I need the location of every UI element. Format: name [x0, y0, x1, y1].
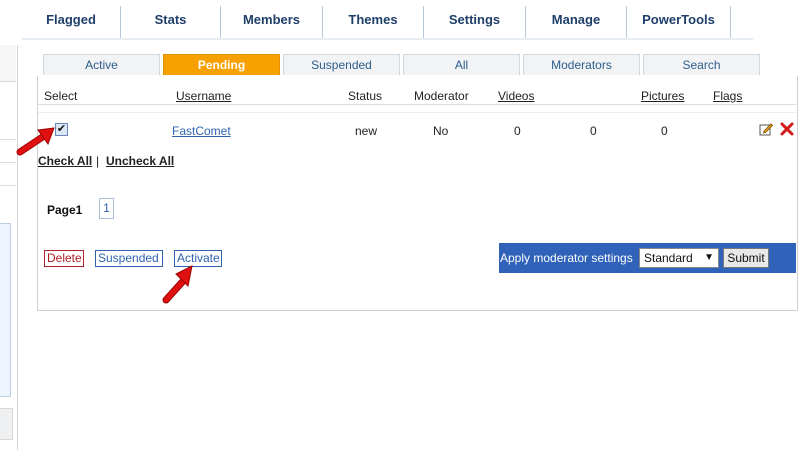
delete-x-icon[interactable] [780, 122, 794, 136]
nav-powertools[interactable]: PowerTools [627, 12, 730, 27]
nav-separator [730, 6, 731, 38]
tab-suspended[interactable]: Suspended [283, 54, 400, 75]
tab-moderators[interactable]: Moderators [523, 54, 640, 75]
red-arrow-icon [162, 265, 193, 304]
page-number-button[interactable]: 1 [99, 198, 114, 219]
tab-search[interactable]: Search [643, 54, 760, 75]
nav-themes[interactable]: Themes [323, 12, 423, 27]
nav-flagged[interactable]: Flagged [22, 12, 120, 27]
uncheck-all-link[interactable]: Uncheck All [106, 154, 174, 168]
sidebar-blue-block [0, 223, 11, 397]
moderator-cell: No [433, 124, 449, 138]
edit-icon[interactable] [759, 122, 773, 136]
delete-button[interactable]: Delete [44, 250, 84, 267]
red-arrow-icon [16, 127, 55, 156]
username-link[interactable]: FastComet [172, 124, 231, 138]
videos-cell: 0 [514, 124, 521, 138]
left-sidebar-fragment [0, 45, 18, 450]
sidebar-block [0, 45, 16, 82]
header-select: Select [44, 89, 78, 103]
tab-pending[interactable]: Pending [163, 54, 280, 75]
link-divider: | [96, 154, 100, 168]
header-videos[interactable]: Videos [498, 89, 534, 103]
nav-settings[interactable]: Settings [424, 12, 525, 27]
header-status: Status [348, 89, 383, 103]
moderator-level-select[interactable]: Standard ▼ [639, 248, 719, 268]
pictures-cell: 0 [661, 124, 668, 138]
sidebar-block [0, 408, 13, 440]
nav-manage[interactable]: Manage [526, 12, 626, 27]
dropdown-arrow-icon: ▼ [704, 252, 714, 263]
tab-all[interactable]: All [403, 54, 520, 75]
header-moderator: Moderator [414, 89, 469, 103]
header-divider [38, 104, 796, 105]
tab-active[interactable]: Active [43, 54, 160, 75]
submit-button[interactable]: Submit [723, 248, 769, 268]
top-navigation: Flagged Stats Members Themes Settings Ma… [22, 0, 753, 40]
header-pictures[interactable]: Pictures [641, 89, 684, 103]
nav-members[interactable]: Members [221, 12, 322, 27]
page-label: Page1 [47, 203, 83, 217]
status-cell: new [355, 124, 378, 138]
sidebar-block [0, 163, 16, 186]
nav-stats[interactable]: Stats [121, 12, 220, 27]
count-cell: 0 [590, 124, 597, 138]
header-username[interactable]: Username [176, 89, 231, 103]
moderator-level-value: Standard [644, 251, 693, 265]
header-flags[interactable]: Flags [713, 89, 742, 103]
suspend-button[interactable]: Suspended [95, 250, 163, 267]
row-divider [38, 112, 796, 113]
moderator-settings-label: Apply moderator settings [500, 251, 633, 265]
